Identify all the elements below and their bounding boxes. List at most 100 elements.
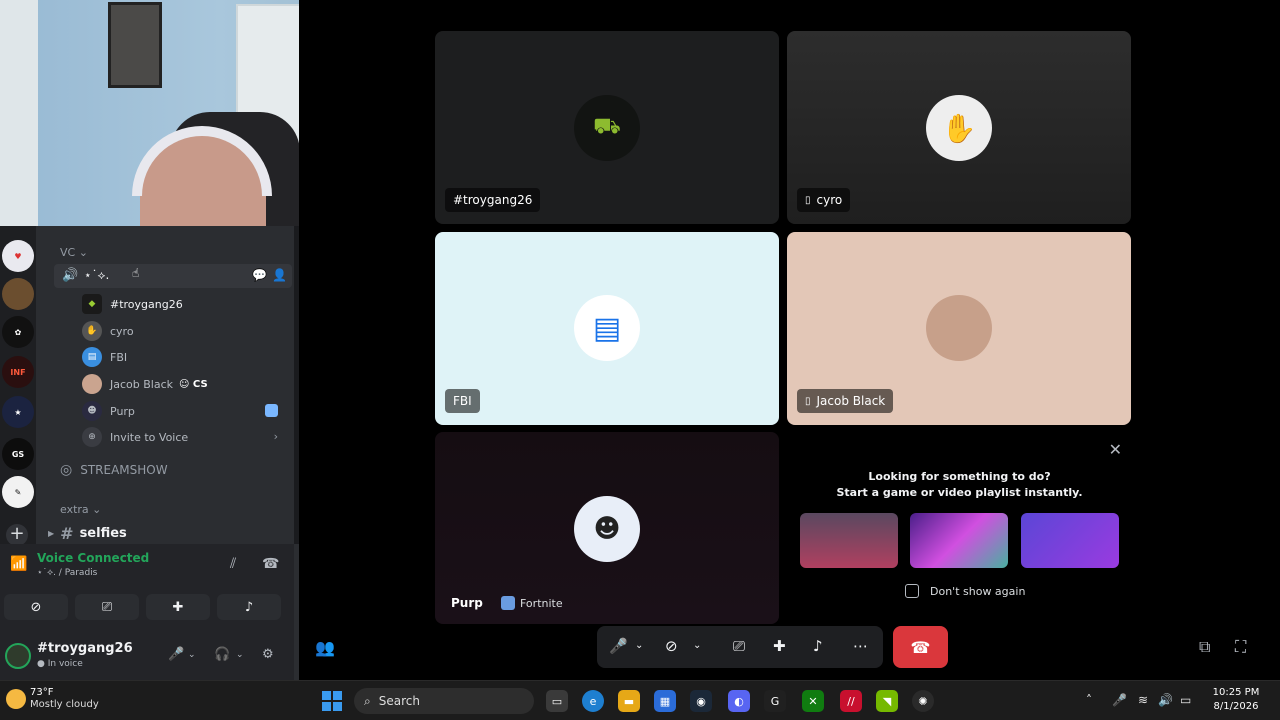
close-icon[interactable]: ✕	[1109, 440, 1122, 459]
add-server-button[interactable]: +	[6, 524, 28, 546]
mobile-phone-icon: ▯	[805, 194, 811, 206]
invite-person-icon: ⊕	[82, 427, 102, 447]
file-explorer-icon[interactable]: ▬	[618, 690, 640, 712]
screen: ♥ ✿ INF ★ GS ✎ + VC ⌄ 🔊 ⋆˙⟡. 💬 👤 ☝ ◆ #tr…	[0, 0, 1280, 720]
activity-suggestion-panel: ✕ Looking for something to do? Start a g…	[787, 432, 1132, 624]
show-hidden-icons-chevron-icon[interactable]: ˄	[1086, 693, 1092, 707]
screen-share-icon[interactable]: ⎚	[733, 637, 745, 655]
soundboard-button[interactable]: ♪	[217, 594, 281, 620]
overlay-app-icon[interactable]: ✺	[912, 690, 934, 712]
member-badge: ☺ CS	[179, 378, 208, 390]
member-name: Purp	[110, 404, 135, 418]
stage-channel-streamshow[interactable]: ◎ STREAMSHOW	[60, 462, 168, 478]
atv-avatar: ⛟	[574, 95, 640, 161]
steam-icon[interactable]: ◉	[690, 690, 712, 712]
voice-member-fbi[interactable]: ▤ FBI	[82, 346, 292, 368]
voice-member-jacob-black[interactable]: Jacob Black ☺ CS	[82, 373, 292, 395]
server-icon-5[interactable]: ★	[2, 396, 34, 428]
discord-icon[interactable]: ◐	[728, 690, 750, 712]
weather-widget[interactable]: 73°F Mostly cloudy	[6, 687, 99, 711]
taskbar-search[interactable]: ⌕ Search	[354, 688, 534, 714]
settings-gear-icon[interactable]: ⚙	[262, 647, 274, 662]
mic-chevron-icon[interactable]: ⌄	[635, 640, 643, 651]
voice-member-cyro[interactable]: ✋ cyro	[82, 320, 292, 342]
voice-call-area: ⛟ #troygang26 ✋ ▯ cyro ▤ FBI ▯ Jacob Black…	[299, 0, 1280, 680]
disconnect-icon[interactable]: ☎	[262, 556, 279, 572]
battery-icon[interactable]: ▭	[1180, 693, 1191, 707]
mic-options-chevron-icon[interactable]: ⌄	[188, 650, 196, 660]
tray-microphone-icon[interactable]: 🎤	[1112, 693, 1127, 707]
popout-icon[interactable]: ⧉	[1199, 637, 1210, 657]
activity-card-retro-control[interactable]	[1021, 513, 1119, 568]
tile-label: #troygang26	[445, 188, 541, 212]
server-icon-7[interactable]: ✎	[2, 476, 34, 508]
store-icon[interactable]: ▦	[654, 690, 676, 712]
avatar: ✋	[82, 321, 102, 341]
video-tile-troygang26[interactable]: ⛟ #troygang26	[435, 31, 779, 224]
user-avatar[interactable]	[5, 643, 31, 669]
voice-channel-active[interactable]: 🔊 ⋆˙⟡. 💬 👤	[54, 264, 292, 288]
category-extra[interactable]: extra ⌄	[60, 503, 101, 516]
activity-text: Fortnite	[520, 596, 563, 610]
member-name: #troygang26	[110, 297, 183, 311]
mobile-phone-icon: ▯	[805, 395, 811, 407]
dont-show-checkbox[interactable]	[905, 584, 919, 598]
headphone-options-chevron-icon[interactable]: ⌄	[236, 650, 244, 660]
server-icon-1[interactable]: ♥	[2, 240, 34, 272]
activities-button[interactable]: ✚	[146, 594, 210, 620]
video-tile-cyro[interactable]: ✋ ▯ cyro	[787, 31, 1131, 224]
clock-time: 10:25 PM	[1212, 687, 1260, 698]
nvidia-icon[interactable]: ◥	[876, 690, 898, 712]
category-extra-label: extra	[60, 503, 89, 516]
screen-share-button[interactable]: ⎚	[75, 594, 139, 620]
more-options-icon[interactable]: ⋯	[853, 637, 868, 655]
video-tile-jacob-black[interactable]: ▯ Jacob Black	[787, 232, 1131, 425]
wifi-icon[interactable]: ≋	[1138, 693, 1148, 707]
g-hub-icon[interactable]: G	[764, 690, 786, 712]
signal-icon[interactable]: 📶	[10, 556, 27, 572]
microphone-icon[interactable]: 🎤	[168, 647, 184, 662]
camera-chevron-icon[interactable]: ⌄	[693, 640, 701, 651]
fullscreen-icon[interactable]: ⛶	[1235, 637, 1246, 657]
microphone-icon[interactable]: 🎤	[609, 637, 628, 655]
jacob-avatar	[926, 295, 992, 361]
activity-card-1[interactable]	[800, 513, 898, 568]
server-icon-4[interactable]: INF	[2, 356, 34, 388]
leave-call-button[interactable]: ☎	[893, 626, 948, 668]
video-tile-fbi[interactable]: ▤ FBI	[435, 232, 779, 425]
voice-connected-label[interactable]: Voice Connected	[37, 551, 149, 565]
username[interactable]: #troygang26	[37, 641, 133, 656]
edge-icon[interactable]: e	[582, 690, 604, 712]
headphones-icon[interactable]: 🎧	[214, 647, 230, 662]
activity-card-valorant[interactable]	[910, 513, 1008, 568]
volume-icon[interactable]: 🔊	[1158, 693, 1173, 707]
invite-to-call-icon[interactable]: 👥	[315, 638, 335, 657]
invite-to-voice[interactable]: ⊕ Invite to Voice ›	[82, 426, 292, 448]
chat-bubble-icon[interactable]: 💬	[252, 268, 267, 282]
invite-user-icon[interactable]: 👤	[272, 268, 287, 282]
webcam-left-door	[0, 0, 38, 226]
noise-suppression-icon[interactable]: ⫽	[230, 556, 236, 572]
camera-off-button[interactable]: ⊘	[4, 594, 68, 620]
voice-member-troygang26[interactable]: ◆ #troygang26	[82, 293, 292, 315]
xbox-icon[interactable]: ✕	[802, 690, 824, 712]
video-tile-purp[interactable]: ☻ Purp Fortnite	[435, 432, 779, 624]
server-icon-3[interactable]: ✿	[2, 316, 34, 348]
camera-off-icon[interactable]: ⊘	[665, 637, 678, 655]
server-icon-6[interactable]: GS	[2, 438, 34, 470]
user-status: ● In voice	[37, 659, 83, 669]
start-button[interactable]	[322, 691, 342, 711]
camera-off-icon: ⊘	[30, 599, 42, 615]
hand-avatar: ✋	[926, 95, 992, 161]
dont-show-label[interactable]: Don't show again	[930, 585, 1025, 598]
activities-icon[interactable]: ✚	[773, 637, 786, 655]
clock[interactable]: 10:25 PM 8/1/2026	[1206, 686, 1266, 714]
activities-icon: ✚	[172, 599, 184, 615]
category-vc[interactable]: VC ⌄	[60, 246, 88, 259]
soundboard-icon[interactable]: ♪	[813, 637, 823, 655]
voice-member-purp[interactable]: ☻ Purp	[82, 400, 292, 422]
task-view-icon[interactable]: ▭	[546, 690, 568, 712]
red-app-icon[interactable]: //	[840, 690, 862, 712]
text-channel-selfies[interactable]: ▶ # selfies	[48, 524, 127, 543]
server-icon-2[interactable]	[2, 278, 34, 310]
